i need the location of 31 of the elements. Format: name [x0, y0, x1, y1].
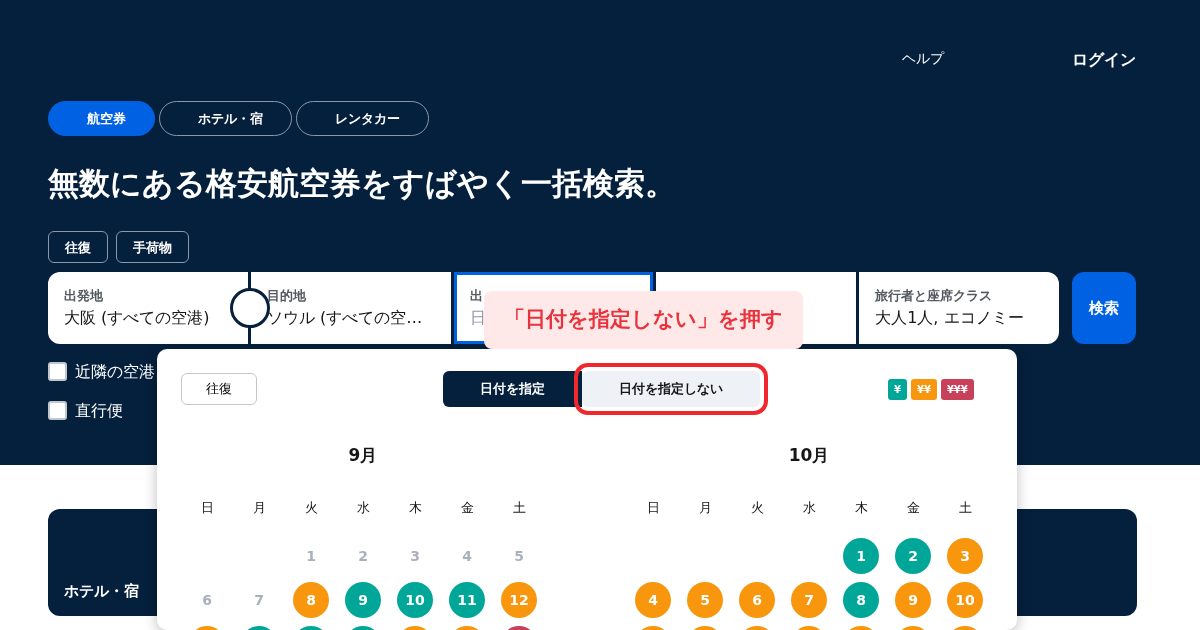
calendar-day: 6: [189, 582, 225, 618]
weekday-label: 月: [252, 499, 266, 518]
weekday-label: 木: [408, 499, 422, 518]
month-title: 10月: [787, 444, 831, 467]
calendar-day: 7: [241, 582, 277, 618]
checkbox-label: 直行便: [75, 399, 123, 422]
calendar-day: 2: [345, 538, 381, 574]
weekday-label: 水: [356, 499, 370, 518]
checkbox-label: 近隣の空港: [75, 360, 155, 383]
month-title: 9月: [347, 444, 379, 467]
headline: 無数にある格安航空券をすばやく一括検索。: [48, 164, 677, 203]
weekday-label: 土: [512, 499, 526, 518]
weekday-label: 月: [698, 499, 712, 518]
weekday-label: 日: [200, 499, 214, 518]
weekday-label: 火: [750, 499, 764, 518]
instruction-tooltip: 「日付を指定しない」を押す: [484, 291, 803, 349]
weekday-label: 日: [646, 499, 660, 518]
calendar-day: 4: [449, 538, 485, 574]
weekday-label: 木: [854, 499, 868, 518]
price-legend-badge: ¥¥: [910, 378, 937, 400]
calendar-day: 3: [397, 538, 433, 574]
weekday-label: 金: [460, 499, 474, 518]
calendar-day: 1: [293, 538, 329, 574]
calendar-day: 5: [501, 538, 537, 574]
weekday-label: 土: [958, 499, 972, 518]
price-legend-badge: ¥: [888, 378, 907, 400]
card-title: ホテル・宿: [64, 580, 139, 602]
weekday-label: 水: [802, 499, 816, 518]
weekday-label: 金: [906, 499, 920, 518]
price-legend-badge: ¥¥¥: [940, 378, 974, 400]
weekday-label: 火: [304, 499, 318, 518]
